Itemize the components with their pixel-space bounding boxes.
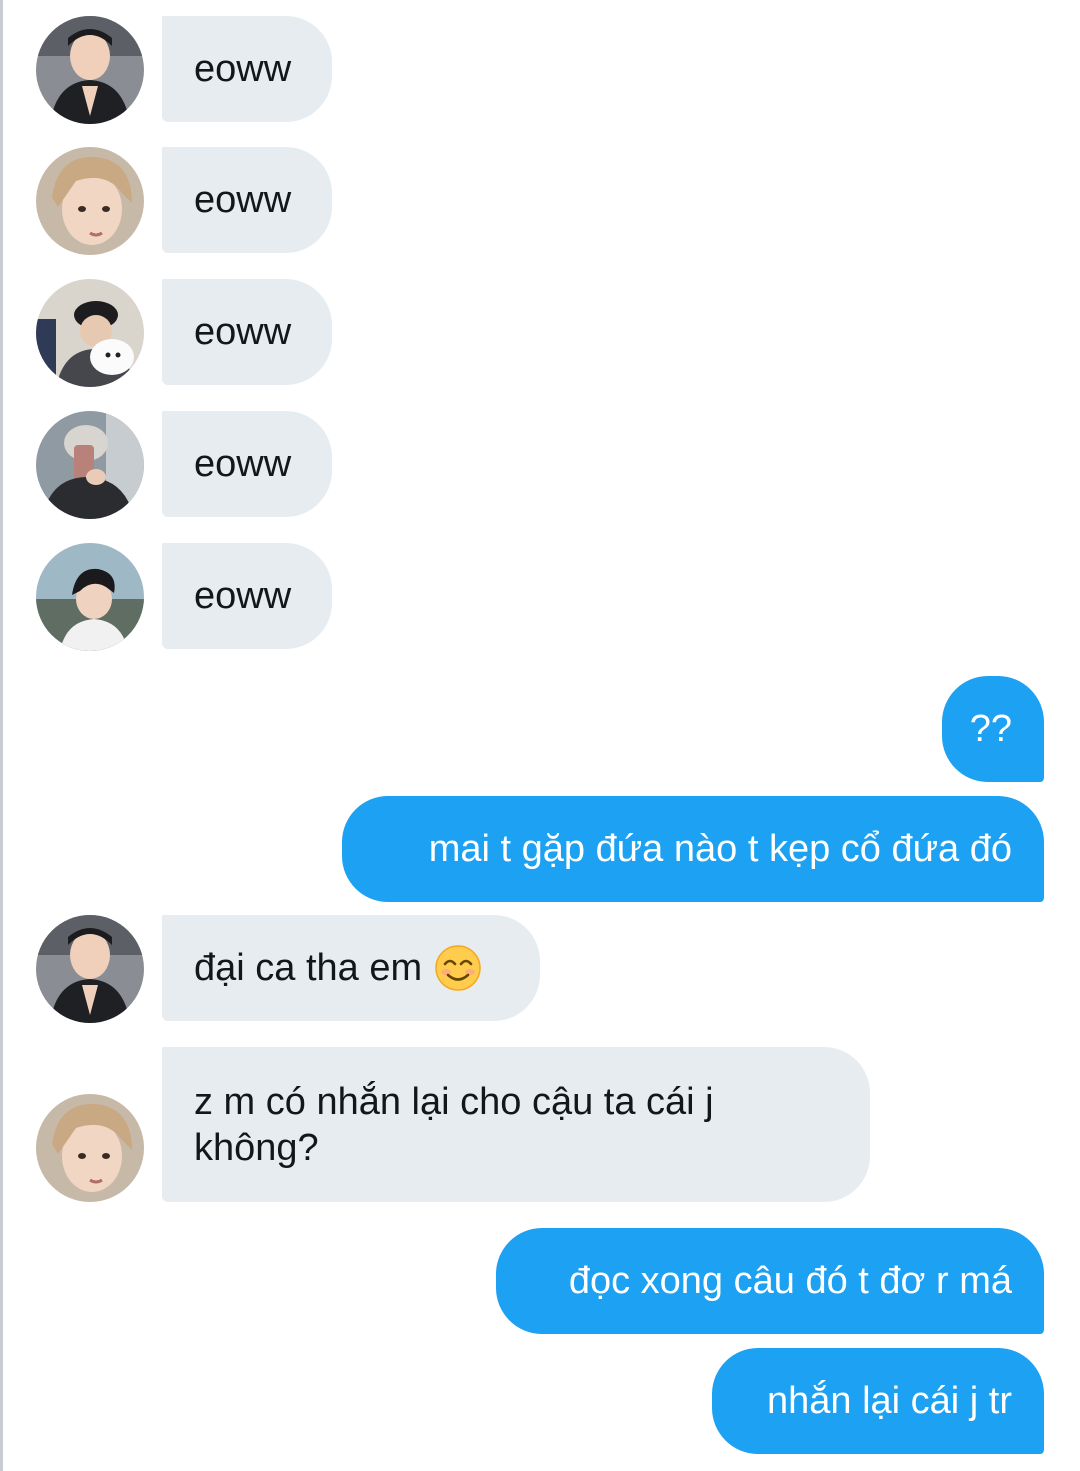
message-bubble-incoming[interactable]: đại ca tha em xyxy=(162,915,540,1021)
avatar[interactable] xyxy=(36,1094,144,1202)
message-bubble-incoming[interactable]: eoww xyxy=(162,543,332,649)
message-bubble-incoming[interactable]: eoww xyxy=(162,16,332,122)
message-text: đại ca tha em xyxy=(194,947,423,989)
left-divider xyxy=(0,0,3,1471)
message-bubble-incoming[interactable]: eoww xyxy=(162,411,332,517)
avatar[interactable] xyxy=(36,915,144,1023)
message-text: đọc xong câu đó t đơ r má xyxy=(568,1260,1012,1302)
message-text: ?? xyxy=(969,708,1012,750)
avatar[interactable] xyxy=(36,411,144,519)
message-text: eoww xyxy=(194,443,292,485)
message-text: eoww xyxy=(194,575,292,617)
avatar[interactable] xyxy=(36,16,144,124)
message-text: eoww xyxy=(194,311,292,353)
message-bubble-outgoing[interactable]: đọc xong câu đó t đơ r má xyxy=(496,1228,1044,1334)
message-text: mai t gặp đứa nào t kẹp cổ đứa đó xyxy=(428,828,1012,870)
message-bubble-outgoing[interactable]: ?? xyxy=(942,676,1044,782)
message-bubble-incoming[interactable]: z m có nhắn lại cho cậu ta cái j không? xyxy=(162,1047,870,1202)
message-text: z m có nhắn lại cho cậu ta cái j không? xyxy=(194,1080,714,1169)
message-text: eoww xyxy=(194,179,292,221)
avatar[interactable] xyxy=(36,147,144,255)
message-bubble-incoming[interactable]: eoww xyxy=(162,279,332,385)
message-text: nhắn lại cái j tr xyxy=(766,1380,1012,1422)
message-bubble-incoming[interactable]: eoww xyxy=(162,147,332,253)
avatar[interactable] xyxy=(36,543,144,651)
avatar[interactable] xyxy=(36,279,144,387)
message-text: eoww xyxy=(194,48,292,90)
smiling-face-emoji-icon xyxy=(434,944,482,992)
message-bubble-outgoing[interactable]: mai t gặp đứa nào t kẹp cổ đứa đó xyxy=(342,796,1044,902)
message-bubble-outgoing[interactable]: nhắn lại cái j tr xyxy=(712,1348,1044,1454)
